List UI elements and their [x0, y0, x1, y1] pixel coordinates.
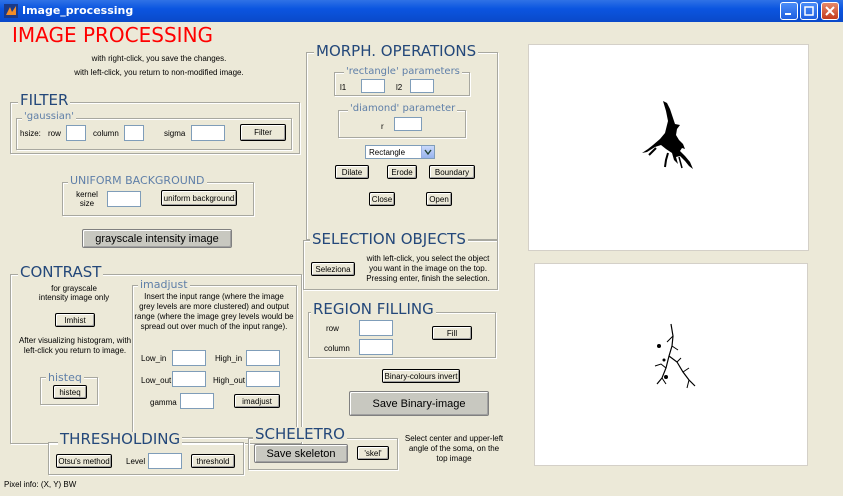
grayscale-intensity-button[interactable]: grayscale intensity image: [82, 229, 232, 248]
matlab-icon: [4, 4, 18, 18]
region-row-label: row: [326, 324, 339, 333]
intro-line-2: with left-click, you return to non-modif…: [74, 68, 244, 77]
uniform-background-button[interactable]: uniform background: [161, 190, 237, 206]
size-label: size: [79, 199, 95, 208]
selection-title: SELECTION OBJECTS: [310, 230, 468, 248]
bottom-image-axes[interactable]: [534, 263, 808, 466]
histeq-button[interactable]: histeq: [53, 385, 87, 399]
l1-label: l1: [340, 83, 347, 92]
selection-desc-1: with left-click, you select the object: [366, 254, 490, 263]
region-column-label: column: [324, 344, 350, 353]
morph-title: MORPH. OPERATIONS: [314, 42, 479, 60]
r-label: r: [381, 122, 384, 131]
l2-label: l2: [396, 83, 403, 92]
skeleton-desc-3: top image: [436, 454, 472, 463]
window-title: Image_processing: [22, 4, 134, 17]
top-image-axes[interactable]: [528, 44, 809, 251]
histeq-title: histeq: [46, 371, 84, 384]
boundary-button[interactable]: Boundary: [429, 165, 475, 179]
imadjust-desc-3: range (where the image grey levels would…: [134, 312, 294, 321]
skel-button[interactable]: 'skel': [357, 446, 389, 460]
skeleton-desc-2: angle of the soma, on the: [408, 444, 500, 453]
high-in-input[interactable]: [246, 350, 280, 366]
gamma-label: gamma: [150, 398, 177, 407]
imadjust-title: imadjust: [138, 278, 190, 291]
imadjust-desc-1: Insert the input range (where the image: [144, 292, 284, 301]
otsu-method-button[interactable]: Otsu's method: [56, 454, 112, 468]
close-icon: [825, 6, 835, 16]
imadjust-desc-4: spread out over much of the input range)…: [140, 322, 288, 331]
filter-title: FILTER: [18, 91, 71, 109]
region-row-input[interactable]: [359, 320, 393, 336]
low-in-input[interactable]: [172, 350, 206, 366]
save-binary-image-button[interactable]: Save Binary-image: [349, 391, 489, 416]
sigma-label: sigma: [164, 129, 186, 138]
maximize-icon: [804, 6, 814, 16]
high-in-label: High_in: [215, 354, 243, 363]
close-morph-button[interactable]: Close: [369, 192, 395, 206]
chevron-down-icon: [424, 149, 432, 156]
low-out-input[interactable]: [172, 371, 206, 387]
hsize-row-input[interactable]: [66, 125, 86, 141]
skeleton-desc-1: Select center and upper-left: [404, 434, 504, 443]
thresholding-title: THRESHOLDING: [58, 430, 183, 448]
l2-input[interactable]: [410, 79, 434, 93]
imadjust-desc-2: grey levels are more clustered) and outp…: [139, 302, 289, 311]
kernel-size-input[interactable]: [107, 191, 141, 207]
figure-area: IMAGE PROCESSING with right-click, you s…: [4, 22, 839, 492]
row-label: row: [48, 129, 61, 138]
level-input[interactable]: [148, 453, 182, 469]
maximize-button[interactable]: [800, 2, 818, 20]
hsize-column-input[interactable]: [124, 125, 144, 141]
contrast-title: CONTRAST: [18, 263, 104, 281]
imadjust-button[interactable]: imadjust: [234, 394, 280, 408]
region-column-input[interactable]: [359, 339, 393, 355]
scheletro-title: SCHELETRO: [253, 425, 347, 443]
hsize-label: hsize:: [20, 129, 41, 138]
fill-button[interactable]: Fill: [432, 326, 472, 340]
binary-neuron-image: [642, 101, 693, 169]
save-skeleton-button[interactable]: Save skeleton: [254, 444, 348, 463]
dilate-button[interactable]: Dilate: [335, 165, 369, 179]
binary-colours-invert-button[interactable]: Binary-colours invert: [382, 369, 460, 383]
pixel-info-status: Pixel info: (X, Y) BW: [4, 480, 77, 489]
gamma-input[interactable]: [180, 393, 214, 409]
after-histogram-note-2: left-click you return to image.: [23, 346, 127, 355]
contrast-note-2: intensity image only: [38, 293, 110, 302]
diamond-params-title: 'diamond' parameter: [348, 103, 458, 114]
low-out-label: Low_out: [141, 376, 172, 385]
seleziona-button[interactable]: Seleziona: [311, 262, 355, 276]
title-bar[interactable]: Image_processing: [0, 0, 843, 22]
structuring-element-select[interactable]: Rectangle: [365, 145, 435, 159]
dropdown-arrow[interactable]: [421, 146, 434, 158]
selection-desc-3: Pressing enter, finish the selection.: [366, 274, 490, 283]
low-in-label: Low_in: [141, 354, 167, 363]
threshold-button[interactable]: threshold: [191, 454, 235, 468]
level-label: Level: [126, 457, 146, 466]
open-morph-button[interactable]: Open: [426, 192, 452, 206]
skeleton-image: [654, 323, 696, 389]
filter-button[interactable]: Filter: [240, 124, 286, 141]
select-value: Rectangle: [369, 148, 406, 157]
high-out-input[interactable]: [246, 371, 280, 387]
region-filling-title: REGION FILLING: [311, 300, 436, 318]
gaussian-title: 'gaussian': [22, 111, 76, 122]
minimize-icon: [785, 13, 791, 15]
app-window: Image_processing IMAGE PROCESSING with r…: [0, 0, 843, 496]
intro-line-1: with right-click, you save the changes.: [91, 54, 227, 63]
uniform-title: UNIFORM BACKGROUND: [68, 174, 207, 187]
minimize-button[interactable]: [780, 2, 798, 20]
app-title: IMAGE PROCESSING: [10, 23, 216, 47]
erode-button[interactable]: Erode: [387, 165, 417, 179]
after-histogram-note-1: After visualizing histogram, with: [18, 336, 132, 345]
l1-input[interactable]: [361, 79, 385, 93]
close-window-button[interactable]: [821, 2, 839, 20]
imhist-button[interactable]: Imhist: [55, 313, 95, 327]
r-input[interactable]: [394, 117, 422, 131]
selection-desc-2: you want in the image on the top.: [369, 264, 487, 273]
rectangle-params-title: 'rectangle' parameters: [344, 66, 462, 77]
high-out-label: High_out: [213, 376, 246, 385]
column-label: column: [93, 129, 119, 138]
sigma-input[interactable]: [191, 125, 225, 141]
